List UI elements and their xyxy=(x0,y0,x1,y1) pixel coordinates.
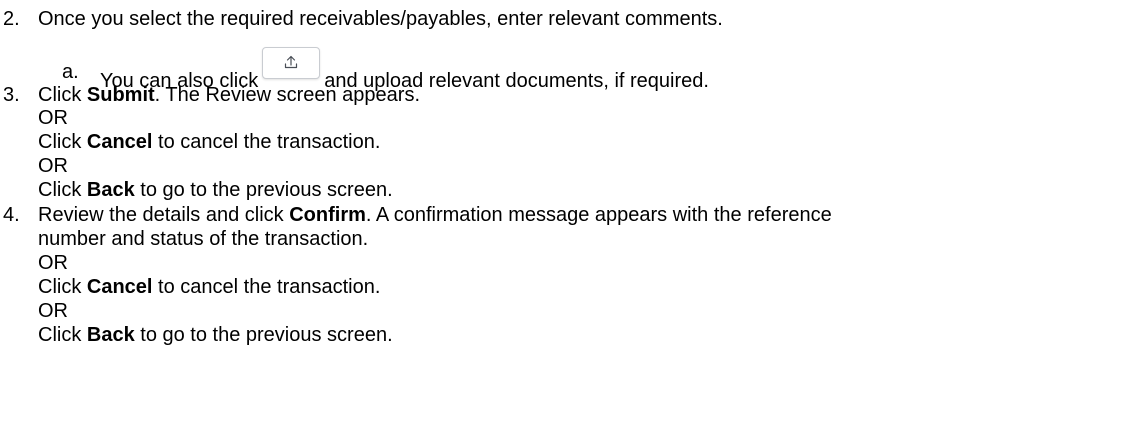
step-2-text: Once you select the required receivables… xyxy=(38,8,723,30)
back-label: Back xyxy=(86,179,135,201)
step-3-line-cancel: Click Cancel to cancel the transaction. xyxy=(38,131,381,153)
step-3-line-back: Click Back to go to the previous screen. xyxy=(38,179,393,201)
upload-icon xyxy=(285,55,298,69)
upload-button[interactable] xyxy=(262,47,321,79)
step-4-or-1: OR xyxy=(38,252,68,274)
step-4-line-back: Click Back to go to the previous screen. xyxy=(38,324,393,346)
step-4-line-confirm: Review the details and click Confirm. A … xyxy=(38,204,832,226)
confirm-label: Confirm xyxy=(289,204,366,226)
step-3-line-submit: Click Submit. The Review screen appears. xyxy=(38,84,420,106)
step-4-line-cancel: Click Cancel to cancel the transaction. xyxy=(38,276,381,298)
step-3-or-2: OR xyxy=(38,155,68,177)
submit-label: Submit xyxy=(86,84,155,106)
step-2a-letter: a. xyxy=(62,61,79,83)
step-3-or-1: OR xyxy=(38,107,68,129)
back-label: Back xyxy=(86,324,135,346)
step-4-line-confirm-cont: number and status of the transaction. xyxy=(38,228,369,250)
step-2-number: 2. xyxy=(3,8,20,30)
instruction-document: 2. Once you select the required receivab… xyxy=(0,0,1127,436)
step-4-number: 4. xyxy=(3,204,20,226)
step-3-number: 3. xyxy=(3,84,20,106)
cancel-label: Cancel xyxy=(86,131,153,153)
step-4-or-2: OR xyxy=(38,300,68,322)
cancel-label: Cancel xyxy=(86,276,153,298)
